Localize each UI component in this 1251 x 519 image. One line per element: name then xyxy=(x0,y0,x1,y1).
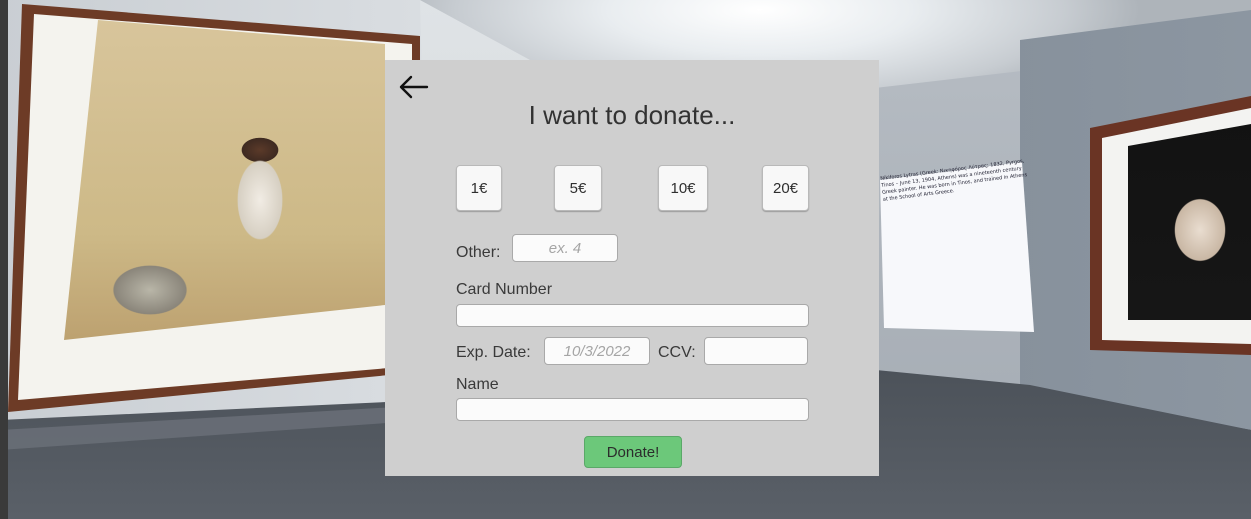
arrow-left-icon xyxy=(399,75,429,99)
exp-date-input[interactable]: 10/3/2022 xyxy=(544,337,650,365)
amount-button-1[interactable]: 1€ xyxy=(456,165,502,211)
back-button[interactable] xyxy=(395,72,431,102)
card-number-input[interactable] xyxy=(456,304,809,327)
donation-panel: I want to donate... 1€ 5€ 10€ 20€ Other:… xyxy=(385,60,879,476)
donate-button[interactable]: Donate! xyxy=(584,436,682,468)
amount-button-10[interactable]: 10€ xyxy=(658,165,708,211)
other-amount-placeholder: ex. 4 xyxy=(548,239,582,257)
ccv-input[interactable] xyxy=(704,337,808,365)
amount-button-5[interactable]: 5€ xyxy=(554,165,602,211)
name-input[interactable] xyxy=(456,398,809,421)
card-number-label: Card Number xyxy=(456,281,553,298)
exp-date-label: Exp. Date: xyxy=(456,344,531,361)
viewport-edge xyxy=(0,0,8,519)
name-label: Name xyxy=(456,376,499,393)
amount-button-20[interactable]: 20€ xyxy=(762,165,809,211)
ccv-label: CCV: xyxy=(658,344,696,361)
other-amount-input[interactable]: ex. 4 xyxy=(512,234,618,262)
donation-title: I want to donate... xyxy=(528,100,736,130)
exp-date-placeholder: 10/3/2022 xyxy=(563,342,631,360)
other-label: Other: xyxy=(456,244,501,261)
